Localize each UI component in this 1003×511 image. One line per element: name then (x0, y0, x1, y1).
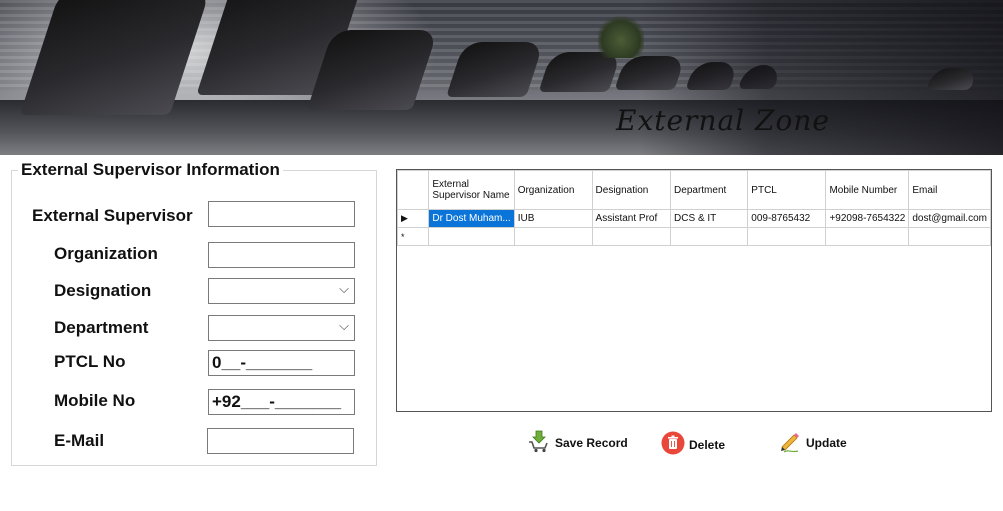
current-row-indicator[interactable]: ▶ (397, 209, 430, 228)
organization-label: Organization (54, 244, 158, 263)
table-cell[interactable]: IUB (513, 209, 593, 228)
column-header[interactable]: Designation (591, 170, 672, 210)
grid-table: External Supervisor Name Organization De… (397, 170, 991, 246)
department-label: Department (54, 318, 149, 337)
banner-plant (598, 14, 644, 58)
delete-label[interactable]: Delete (689, 438, 725, 452)
new-row-indicator[interactable]: * (397, 227, 430, 246)
supervisor-label: External Supervisor (32, 206, 193, 225)
column-header[interactable]: External Supervisor Name (428, 170, 515, 210)
trash-icon (661, 431, 685, 458)
table-cell[interactable]: +92098-7654322 (825, 209, 910, 228)
designation-dropdown[interactable]: ⌵ (208, 278, 355, 304)
table-cell[interactable]: Assistant Prof (591, 209, 672, 228)
table-cell[interactable] (513, 227, 593, 246)
pencil-icon (778, 429, 802, 456)
table-cell[interactable]: 009-8765432 (747, 209, 827, 228)
supervisor-datagrid[interactable]: External Supervisor Name Organization De… (396, 169, 992, 412)
chevron-down-icon[interactable]: ⌵ (339, 282, 349, 297)
column-header[interactable]: Mobile Number (825, 170, 910, 210)
department-dropdown[interactable]: ⌵ (208, 315, 355, 341)
mobile-masked-input[interactable] (208, 389, 355, 415)
grid-header-row: External Supervisor Name Organization De… (397, 170, 991, 210)
chevron-down-icon[interactable]: ⌵ (339, 319, 349, 334)
table-cell[interactable] (747, 227, 827, 246)
table-cell[interactable] (908, 227, 991, 246)
update-label[interactable]: Update (806, 436, 847, 450)
table-cell[interactable] (825, 227, 910, 246)
new-row[interactable]: * (397, 227, 991, 246)
save-cart-icon (527, 429, 551, 456)
delete-button[interactable]: Delete (661, 431, 725, 458)
column-header[interactable]: Department (670, 170, 749, 210)
table-cell[interactable]: Dr Dost Muham... (428, 209, 515, 228)
save-record-button[interactable]: Save Record (527, 429, 628, 456)
banner-title: External Zone (616, 104, 830, 137)
column-header[interactable]: Email (908, 170, 991, 210)
column-header[interactable]: Organization (513, 170, 593, 210)
update-button[interactable]: Update (778, 429, 847, 456)
grid-corner-cell (397, 170, 430, 210)
table-cell[interactable]: DCS & IT (670, 209, 749, 228)
table-cell[interactable] (591, 227, 672, 246)
email-label: E-Mail (54, 431, 105, 450)
ptcl-masked-input[interactable] (208, 350, 355, 376)
save-record-label[interactable]: Save Record (555, 436, 628, 450)
table-cell[interactable] (428, 227, 515, 246)
supervisor-input[interactable] (208, 201, 355, 227)
designation-label: Designation (54, 281, 152, 300)
organization-input[interactable] (208, 242, 355, 268)
email-input[interactable] (207, 428, 354, 454)
table-row[interactable]: ▶ Dr Dost Muham... IUB Assistant Prof DC… (397, 209, 991, 228)
column-header[interactable]: PTCL (747, 170, 827, 210)
header-banner: External Zone (0, 0, 1003, 155)
mobile-label: Mobile No (54, 391, 136, 410)
table-cell[interactable] (670, 227, 749, 246)
groupbox-title: External Supervisor Information (18, 160, 283, 180)
table-cell[interactable]: dost@gmail.com (908, 209, 991, 228)
ptcl-label: PTCL No (54, 352, 126, 371)
